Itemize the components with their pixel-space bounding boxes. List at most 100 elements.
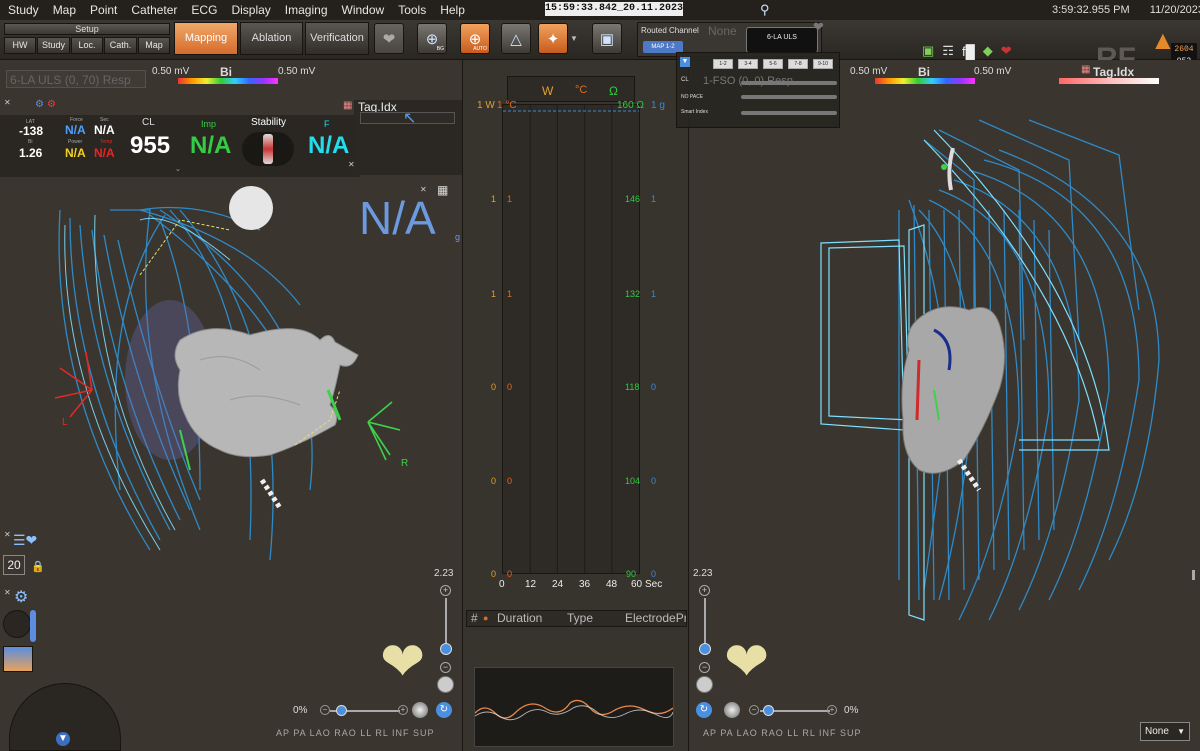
auto-crosshair-icon[interactable]: ⊕ AUTO (460, 23, 490, 54)
left-rotate-icon[interactable]: ↻ (436, 702, 452, 718)
menu-tools[interactable]: Tools (391, 3, 433, 17)
ablation-graph-plot[interactable] (502, 104, 640, 574)
verification-tab[interactable]: Verification (305, 22, 369, 55)
menu-point[interactable]: Point (83, 3, 124, 17)
ablation-tab[interactable]: Ablation (240, 22, 303, 55)
chevron-down-icon[interactable]: ▼ (56, 732, 70, 746)
left-heart-orientation-icon[interactable]: ❤ (380, 635, 425, 689)
frame-counter[interactable]: 20 (3, 555, 25, 575)
channel-5-6[interactable]: 5-6 (763, 59, 783, 69)
chevron-down-icon[interactable]: ▼ (570, 34, 578, 43)
right-rotate-icon[interactable]: ↻ (696, 702, 712, 718)
channel-7-8[interactable]: 7-8 (788, 59, 808, 69)
right-zoom-thumb[interactable] (699, 643, 711, 655)
right-zoom-minus[interactable]: − (699, 662, 710, 673)
chevron-down-icon[interactable]: ⌄ (175, 165, 181, 173)
hw-button[interactable]: HW (4, 37, 36, 54)
channel-1-2[interactable]: 1-2 (713, 59, 733, 69)
right-rotate-thumb[interactable] (763, 705, 774, 716)
tool-circle-button[interactable] (3, 610, 31, 638)
chevron-down-icon: ▼ (1177, 727, 1185, 736)
left-map-panel[interactable]: 6-LA ULS (0, 70) Resp 0.50 mV Bi 0.50 mV… (0, 60, 462, 751)
right-tag-bar (1059, 78, 1159, 84)
left-rotate-minus[interactable]: − (320, 705, 330, 715)
imp-value: N/A (190, 132, 232, 159)
left-zoom-plus[interactable]: + (440, 585, 451, 596)
monitor-icon[interactable]: ▣ (592, 23, 622, 54)
right-zoom-plus[interactable]: + (699, 585, 710, 596)
left-scale-max: 0.50 mV (278, 66, 316, 77)
left-rotate-thumb[interactable] (336, 705, 347, 716)
col-duration[interactable]: Duration (497, 611, 542, 626)
channel-select[interactable]: 6-LA ULS (746, 27, 818, 53)
cath-button[interactable]: Cath. (104, 37, 137, 54)
left-reset-view-button[interactable] (437, 676, 454, 693)
tool-eraser-button[interactable] (3, 646, 33, 672)
close-icon[interactable]: ✕ (4, 588, 11, 597)
channel-3-4[interactable]: 3-4 (738, 59, 758, 69)
bg-crosshair-icon[interactable]: ⊕ BG (417, 23, 447, 54)
left-map-name[interactable]: 6-LA ULS (0, 70) Resp (10, 73, 131, 87)
graph-top-o: 160 Ω (617, 100, 644, 111)
menu-window[interactable]: Window (335, 3, 392, 17)
right-map-panel[interactable]: 0.50 mV Bi 0.50 mV ▦ Tag.Idx 2.23 + − ❤ … (689, 60, 1200, 751)
menu-imaging[interactable]: Imaging (278, 3, 335, 17)
left-view-buttons[interactable]: AP PA LAO RAO LL RL INF SUP (276, 728, 435, 738)
smart-index-bar (741, 111, 837, 115)
menu-map[interactable]: Map (46, 3, 83, 17)
menu-help[interactable]: Help (433, 3, 472, 17)
search-icon[interactable]: ⚲ (760, 2, 770, 18)
close-icon[interactable]: ✕ (348, 160, 355, 169)
right-sphere-icon[interactable] (724, 702, 740, 718)
lock-icon[interactable]: 🔒 (31, 560, 45, 573)
chevron-down-icon[interactable]: ▼ (680, 57, 690, 67)
left-rotate-plus[interactable]: + (398, 705, 408, 715)
tool-slider[interactable] (30, 610, 36, 642)
row3-o: 104 (625, 476, 641, 486)
map-button[interactable]: Map (138, 37, 170, 54)
col-type[interactable]: Type (567, 611, 593, 626)
right-view-buttons[interactable]: AP PA LAO RAO LL RL INF SUP (703, 728, 862, 738)
force2-value: N/A (308, 132, 350, 159)
graph-header-c: °C (575, 84, 588, 96)
menu-catheter[interactable]: Catheter (124, 3, 184, 17)
menu-study[interactable]: Study (0, 3, 46, 17)
study-button[interactable]: Study (37, 37, 70, 54)
close-icon[interactable]: ✕ (4, 98, 11, 107)
ecg-strip (474, 667, 674, 747)
row2-c: 0 (507, 382, 513, 392)
close-icon[interactable]: ✕ (4, 530, 11, 539)
right-heart-orientation-icon[interactable]: ❤ (724, 635, 769, 689)
menu-ecg[interactable]: ECG (184, 3, 224, 17)
right-rotate-minus[interactable]: − (749, 705, 759, 715)
record-dot-icon: ● (483, 613, 489, 623)
left-zoom-thumb[interactable] (440, 643, 452, 655)
graph-grid (503, 105, 639, 573)
row0-g: 1 (651, 194, 657, 204)
left-zoom-minus[interactable]: − (440, 662, 451, 673)
left-sphere-icon[interactable] (412, 702, 428, 718)
right-reset-view-button[interactable] (696, 676, 713, 693)
close-icon[interactable]: ✕ (420, 185, 427, 194)
row1-w: 1 (491, 289, 497, 299)
record-icon[interactable]: ⚙ (47, 99, 56, 110)
heart-icon[interactable]: ❤ (374, 23, 404, 54)
heart-icon[interactable]: ❤ (813, 19, 824, 35)
catheter-tool-icon[interactable]: ✦ (538, 23, 568, 54)
menu-display[interactable]: Display (224, 3, 277, 17)
heart-list-icon[interactable]: ☰❤ (13, 532, 37, 549)
loc-button[interactable]: Loc. (71, 37, 103, 54)
view-dropdown[interactable]: None ▼ (1140, 722, 1190, 741)
gear-icon[interactable]: ⚙ (14, 587, 28, 607)
x-tick-60: 60 (631, 579, 643, 590)
grid-icon[interactable]: ▦ (437, 183, 448, 197)
col-electrode[interactable]: ElectrodePr (625, 611, 686, 626)
mapping-tab[interactable]: Mapping (174, 22, 238, 55)
channel-9-10[interactable]: 9-10 (813, 59, 833, 69)
right-rotate-plus[interactable]: + (827, 705, 837, 715)
settings-icon[interactable]: ⚙ (35, 99, 44, 110)
heart-off-icon: ❤ (1000, 43, 1012, 58)
right-colorbar (875, 78, 975, 84)
col-hash[interactable]: # (471, 611, 478, 626)
shell-icon[interactable]: △ (501, 23, 531, 54)
